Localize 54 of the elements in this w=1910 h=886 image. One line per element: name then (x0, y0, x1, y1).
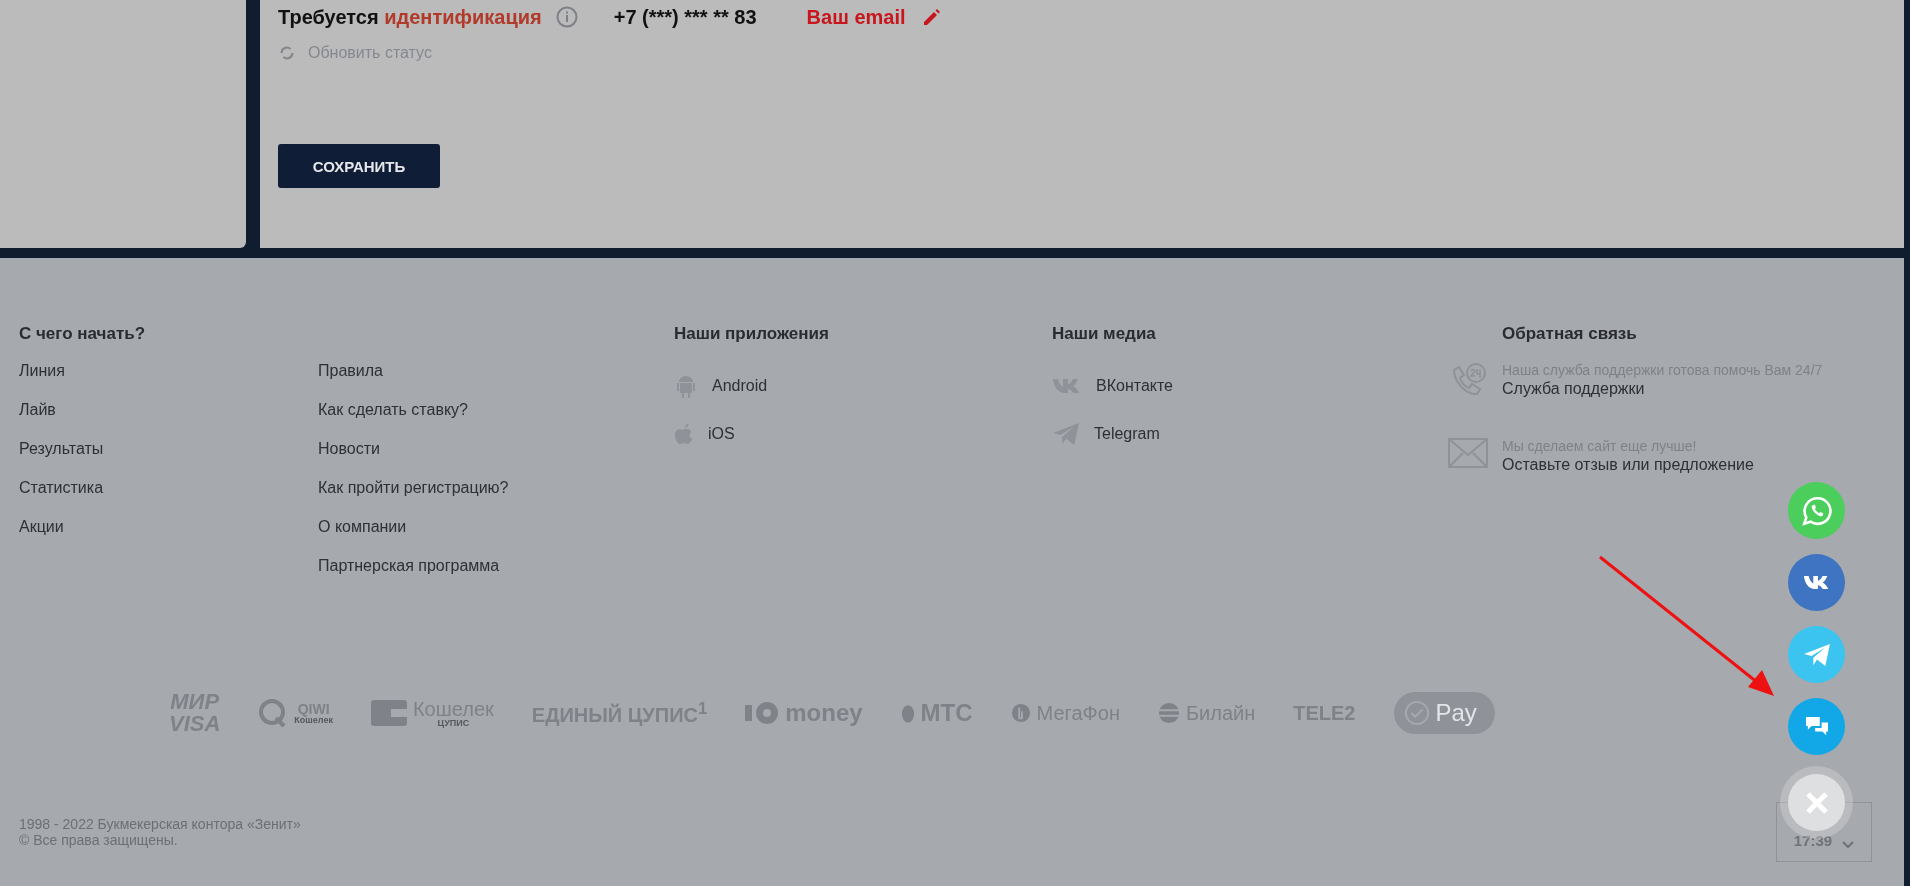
payment-logo-text: ЦУПИС (437, 718, 470, 728)
footer-link[interactable]: Линия (19, 362, 318, 401)
email-link[interactable]: Ваш email (806, 5, 906, 29)
footer-link[interactable]: Результаты (19, 440, 318, 479)
feedback-link[interactable]: Оставьте отзыв или предложение (1502, 456, 1754, 474)
footer-link[interactable]: Акции (19, 518, 318, 557)
chat-chat-button[interactable] (1788, 698, 1845, 755)
footer-link[interactable]: Лайв (19, 401, 318, 440)
egg-icon (900, 702, 915, 724)
close-button[interactable] (1788, 774, 1845, 831)
telegram-chat-button[interactable] (1788, 626, 1845, 683)
yoomoney-logo-icon (745, 702, 780, 724)
apple-icon (674, 422, 694, 446)
footer-link[interactable]: О компании (318, 518, 674, 557)
vk-icon (1802, 574, 1831, 591)
paper-plane-icon (1052, 422, 1080, 446)
footer-heading: Наши приложения (674, 324, 830, 344)
paper-plane-icon (1802, 642, 1831, 667)
check-circle-icon (1403, 700, 1430, 726)
chevron-down-icon (1842, 841, 1855, 849)
payment-logo-text: Pay (1435, 701, 1477, 725)
whatsapp-chat-button[interactable] (1788, 482, 1845, 539)
vk-chat-button[interactable] (1788, 554, 1845, 611)
footer-heading: Обратная связь (1502, 324, 1638, 344)
close-icon (1804, 790, 1829, 815)
envelope-icon (1448, 438, 1488, 468)
social-link[interactable]: ВКонтакте (1096, 377, 1173, 395)
chat-bubbles-icon (1804, 715, 1829, 738)
whatsapp-icon (1800, 494, 1833, 527)
footer-link[interactable]: Партнерская программа (318, 557, 674, 596)
payment-logo-text: Кошелек (294, 715, 333, 725)
social-link[interactable]: Telegram (1094, 425, 1160, 443)
footer-link[interactable]: Новости (318, 440, 674, 479)
phone-number: +7 (***) *** ** 83 (613, 5, 757, 29)
copyright-text: © Все права защищены. (19, 832, 179, 848)
footer-heading: С чего начать? (19, 324, 147, 344)
copyright-text: 1998 - 2022 Букмекерская контора «Зенит» (19, 816, 301, 832)
feedback-link[interactable]: Служба поддержки (1502, 380, 1823, 398)
footer-heading: Наши медиа (1052, 324, 1157, 344)
info-icon[interactable] (555, 6, 578, 28)
footer-link[interactable]: Как сделать ставку? (318, 401, 674, 440)
refresh-icon[interactable] (278, 44, 296, 62)
identification-status: Требуется идентификация (278, 5, 542, 29)
pencil-icon[interactable] (921, 7, 942, 27)
footer-link[interactable]: Статистика (19, 479, 318, 518)
app-link[interactable]: Android (712, 377, 768, 395)
footer-link[interactable]: Как пройти регистрацию? (318, 479, 674, 518)
wallet-icon (370, 700, 407, 726)
striped-ball-icon (1157, 702, 1180, 724)
identification-link[interactable]: идентификация (384, 5, 542, 28)
app-link[interactable]: iOS (708, 425, 735, 443)
footer-link[interactable]: Правила (318, 362, 674, 401)
save-button[interactable]: СОХРАНИТЬ (278, 144, 440, 188)
megafon-logo-icon (1010, 703, 1031, 723)
